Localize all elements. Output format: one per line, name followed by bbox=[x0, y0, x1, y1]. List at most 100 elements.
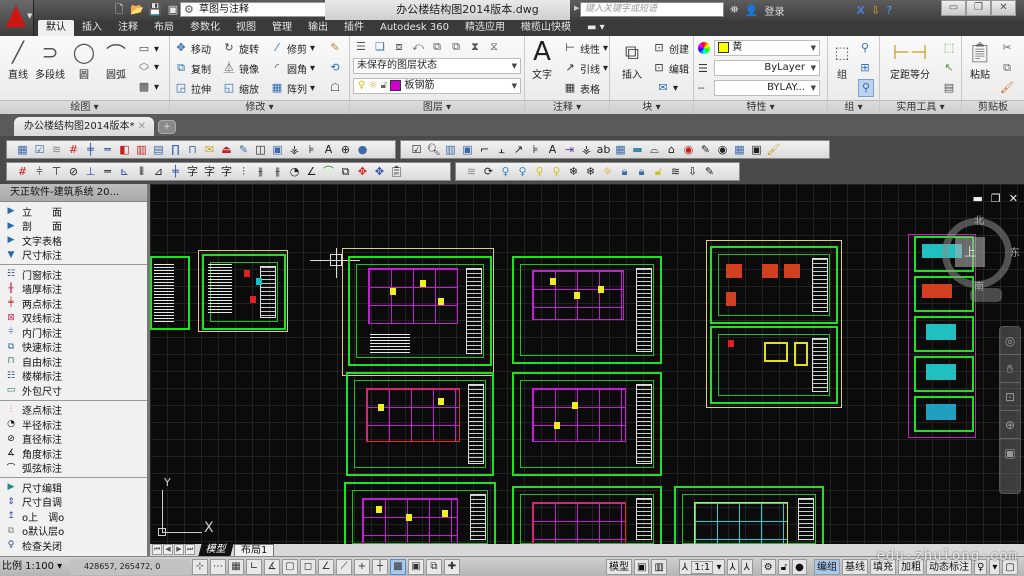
transparency-icon[interactable]: ▩ bbox=[390, 559, 406, 575]
restore-icon[interactable]: ❐ bbox=[966, 0, 991, 16]
tab-ganlanshan[interactable]: 橄榄山快模 bbox=[513, 20, 579, 36]
eye-icon[interactable]: ◉ bbox=[715, 142, 730, 157]
axis-icon[interactable]: # bbox=[15, 164, 30, 179]
toggle-baseline[interactable]: 基线 bbox=[842, 559, 868, 575]
close-tab-icon[interactable]: ✕ bbox=[138, 117, 146, 136]
hatch-tool-icon[interactable]: ▬ bbox=[630, 142, 645, 157]
envelope-icon[interactable]: ✉ bbox=[202, 142, 217, 157]
ducs-icon[interactable]: ⟋ bbox=[336, 559, 352, 575]
quick-props-icon[interactable]: ▣ bbox=[408, 559, 424, 575]
viewport-icon[interactable]: ▣ bbox=[749, 142, 764, 157]
frame-icon[interactable]: ▣ bbox=[460, 142, 475, 157]
next-layout-icon[interactable]: ▶ bbox=[174, 544, 184, 555]
dyn-icon[interactable]: + bbox=[354, 559, 370, 575]
elevation-icon[interactable]: ▣ bbox=[270, 142, 285, 157]
char-style-icon[interactable]: 字 bbox=[219, 164, 234, 179]
layer-state-icon[interactable]: ❏ bbox=[373, 40, 387, 54]
block-attribute-button[interactable]: ✉ ▾ bbox=[656, 79, 678, 97]
annotation-visibility-icon[interactable]: ⅄ bbox=[726, 559, 739, 575]
note-icon[interactable]: ✎ bbox=[698, 142, 713, 157]
tab-parametric[interactable]: 参数化 bbox=[182, 20, 228, 36]
door-icon[interactable]: ◧ bbox=[117, 142, 132, 157]
leader-button[interactable]: ↗ 引线 ▾ bbox=[563, 59, 608, 77]
list-icon[interactable]: ⊧ bbox=[528, 142, 543, 157]
pencil-icon[interactable]: ✎ bbox=[236, 142, 251, 157]
palette-item[interactable]: ♀ 检查关闭 bbox=[0, 538, 147, 553]
mirror-button[interactable]: ⏅ 镜像 bbox=[222, 59, 260, 77]
match-properties-button[interactable]: 🖌︎ bbox=[1000, 79, 1014, 97]
edit-block-button[interactable]: ⊡ 编辑 bbox=[652, 59, 689, 77]
layers-icon[interactable]: ≋ bbox=[49, 142, 64, 157]
palette-item[interactable]: ⊘ 直径标注 bbox=[0, 432, 147, 447]
quick-view-drawings-icon[interactable]: ▥ bbox=[651, 559, 667, 575]
room-icon[interactable]: ▤ bbox=[151, 142, 166, 157]
cut-button[interactable]: ✂ bbox=[1000, 39, 1014, 57]
group-select-button[interactable]: ⚲ bbox=[858, 79, 874, 97]
3d-osnap-icon[interactable]: ◻ bbox=[300, 559, 316, 575]
column-icon[interactable]: ╪ bbox=[83, 142, 98, 157]
palette-title[interactable]: 天正软件-建筑系统 20... bbox=[0, 184, 147, 202]
search-input[interactable]: 键入关键字或短语 bbox=[580, 2, 724, 17]
palette-item[interactable]: ▭ 外包尺寸 bbox=[0, 383, 147, 398]
axis-mark-icon[interactable]: ⊤ bbox=[49, 164, 64, 179]
export-icon[interactable]: ⇥ bbox=[562, 142, 577, 157]
polar-icon[interactable]: ∡ bbox=[264, 559, 280, 575]
palette-item[interactable]: ☷ 门窗标注 bbox=[0, 267, 147, 282]
autodesk-app-icon[interactable]: ⇩ bbox=[871, 4, 880, 17]
exchange-icon[interactable]: X bbox=[857, 4, 865, 17]
layer-refresh-icon[interactable]: ⟳ bbox=[481, 164, 496, 179]
lock-icon[interactable]: 🔒︎ bbox=[617, 164, 632, 179]
orbit-icon[interactable]: ⊕ bbox=[1000, 411, 1020, 439]
lineweight-dropdown[interactable]: BYLAY... ▼ bbox=[714, 80, 820, 96]
rotate-button[interactable]: ↻ 旋转 bbox=[222, 39, 259, 57]
hardware-accel-icon[interactable]: ● bbox=[792, 559, 807, 575]
lock-ui-icon[interactable]: 🔓︎ bbox=[777, 559, 791, 575]
brush-icon[interactable]: 🖌︎ bbox=[766, 142, 781, 157]
osnap-icon[interactable]: ▢ bbox=[282, 559, 298, 575]
selection-cycling-icon[interactable]: ⧉ bbox=[426, 559, 442, 575]
door-frame-icon[interactable]: ∏ bbox=[168, 142, 183, 157]
layer-stack-icon[interactable]: ≋ bbox=[464, 164, 479, 179]
thaw-icon[interactable]: ☼ bbox=[600, 164, 615, 179]
color-dropdown[interactable]: 黄 ▼ bbox=[714, 40, 820, 56]
copy-button[interactable]: ⧉ 复制 bbox=[174, 59, 211, 77]
annotation-scale-dropdown[interactable]: ⅄ 1:1 ▾ bbox=[678, 559, 725, 575]
check-icon[interactable]: ☑ bbox=[409, 142, 424, 157]
dome-icon[interactable]: ⌓ bbox=[647, 142, 662, 157]
scale-button[interactable]: ◱ 缩放 bbox=[222, 79, 259, 97]
group-button[interactable]: ⬚ 组 bbox=[830, 38, 854, 82]
tab-annotate[interactable]: 注释 bbox=[110, 20, 146, 36]
layer-merge-icon[interactable]: ≋ bbox=[668, 164, 683, 179]
group-edit-button[interactable]: ⊞ bbox=[858, 59, 872, 77]
linetype-dropdown[interactable]: ByLayer ▼ bbox=[714, 60, 820, 76]
new-tab-button[interactable]: + bbox=[158, 120, 176, 134]
quick-select-button[interactable]: ⬚ bbox=[942, 39, 956, 57]
arrow-tool-icon[interactable]: ↗ bbox=[511, 142, 526, 157]
bracket-icon[interactable]: ⫠ bbox=[494, 142, 509, 157]
open-file-icon[interactable]: 📂 bbox=[130, 3, 144, 17]
annotation-monitor-icon[interactable]: ✚ bbox=[444, 559, 460, 575]
unlock-icon[interactable]: 🔓︎ bbox=[651, 164, 666, 179]
move-tool-icon[interactable]: ✥ bbox=[355, 164, 370, 179]
char-icon[interactable]: 字 bbox=[202, 164, 217, 179]
snap-icon[interactable]: ⋯ bbox=[210, 559, 226, 575]
document-tab[interactable]: 办公楼结构图2014版本* ✕ bbox=[14, 117, 154, 136]
color-wheel-icon[interactable] bbox=[698, 42, 710, 54]
line-button[interactable]: ╱ 直线 bbox=[2, 38, 34, 81]
grid-icon[interactable]: ▦ bbox=[228, 559, 244, 575]
minimize-viewport-icon[interactable]: ▬ bbox=[973, 192, 983, 205]
text-style-icon[interactable]: A bbox=[321, 142, 336, 157]
palette-item[interactable]: ∡ 角度标注 bbox=[0, 446, 147, 461]
ungroup-button[interactable]: ⚲ bbox=[858, 39, 872, 57]
panel-utilities-title[interactable]: 实用工具 ▾ bbox=[880, 100, 961, 114]
lineweight-icon[interactable]: ┼ bbox=[372, 559, 388, 575]
palette-item[interactable]: ⫶ 逐点标注 bbox=[0, 403, 147, 418]
category-elevation[interactable]: ▶ 立 面 bbox=[0, 204, 147, 219]
steering-wheel-icon[interactable]: ◎ bbox=[1000, 327, 1020, 355]
angle-dim-icon[interactable]: ∠ bbox=[304, 164, 319, 179]
insert-block-button[interactable]: ⧉ 插入 bbox=[614, 38, 650, 81]
last-layout-icon[interactable]: ⏭ bbox=[185, 544, 195, 555]
axis-icon[interactable]: # bbox=[66, 142, 81, 157]
stamp-icon[interactable]: ⏏ bbox=[219, 142, 234, 157]
paste-button[interactable]: 📋︎ 粘贴 bbox=[964, 38, 996, 81]
